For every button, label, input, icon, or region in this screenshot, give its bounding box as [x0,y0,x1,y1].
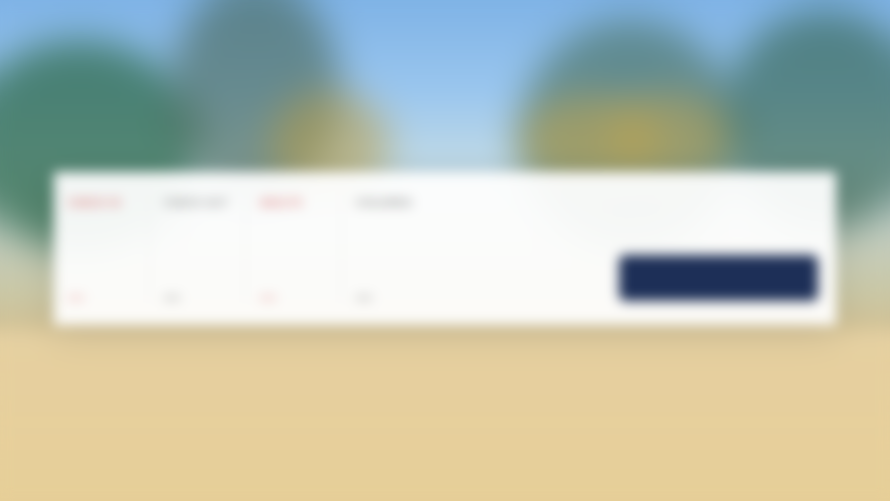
ground-glow [0,330,890,501]
check-in-field[interactable]: Check In — [54,172,149,325]
adults-field[interactable]: Adults — [246,172,341,325]
check-in-label: Check In [68,198,121,209]
booking-cta [601,172,836,325]
children-value: — [356,289,372,306]
adults-label: Adults [260,198,303,209]
light-blob [610,92,730,182]
booking-bar: Check In — Check Out — Adults — Children… [54,172,836,325]
check-out-value: — [164,289,180,306]
children-field[interactable]: Children — [342,172,437,325]
check-out-field[interactable]: Check Out — [150,172,245,325]
adults-value: — [260,289,276,306]
check-availability-button[interactable] [619,255,818,301]
children-label: Children [356,198,412,209]
hero-background: Check In — Check Out — Adults — Children… [0,0,890,501]
check-out-label: Check Out [164,198,229,209]
check-in-value: — [68,289,84,306]
